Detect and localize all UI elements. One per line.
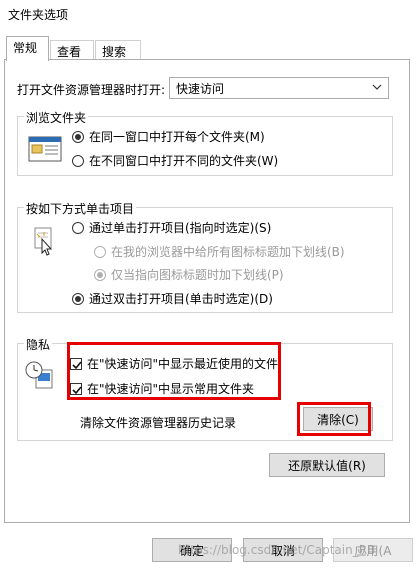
radio-underline-all[interactable]: [94, 245, 106, 258]
restore-defaults-label: 还原默认值(R): [288, 458, 366, 473]
privacy-group: 隐私 在"快速访问"中显示最近使用的文件 在"快速访问"中显示常用文件夹 清除文…: [17, 336, 393, 441]
tab-view-label: 查看: [57, 45, 82, 59]
click-items-group: 按如下方式单击项目 通过单击打开项目(指向时选定)(S) 在我的浏览器中给所有图…: [17, 200, 393, 313]
show-recent-files-label: 在"快速访问"中显示最近使用的文件: [87, 357, 279, 371]
underline-hover-option[interactable]: 仅当指向图标标题时加下划线(P): [94, 266, 284, 283]
underline-all-option[interactable]: 在我的浏览器中给所有图标标题加下划线(B): [94, 243, 345, 260]
radio-same-window[interactable]: [72, 130, 84, 143]
clock-document-icon: [25, 361, 53, 389]
underline-hover-label: 仅当指向图标标题时加下划线(P): [111, 268, 284, 282]
tab-view[interactable]: 查看: [50, 40, 94, 60]
tab-general[interactable]: 常规: [6, 36, 49, 61]
chevron-down-icon: [372, 84, 382, 90]
privacy-title: 隐私: [24, 336, 53, 353]
show-frequent-folders-option[interactable]: 在"快速访问"中显示常用文件夹: [70, 380, 254, 397]
open-explorer-combo[interactable]: 快速访问: [169, 77, 389, 99]
restore-defaults-button[interactable]: 还原默认值(R): [269, 453, 385, 477]
pointer-click-icon: [34, 227, 53, 256]
show-frequent-folders-label: 在"快速访问"中显示常用文件夹: [87, 382, 255, 396]
tab-search[interactable]: 搜索: [95, 40, 141, 60]
folder-window-icon: [28, 136, 62, 162]
double-click-label: 通过双击打开项目(单击时选定)(D): [89, 292, 273, 306]
radio-double-click[interactable]: [72, 292, 84, 305]
browse-same-window-option[interactable]: 在同一窗口中打开每个文件夹(M): [72, 128, 265, 145]
window-title: 文件夹选项: [8, 8, 69, 22]
clear-history-button-label: 清除(C): [317, 412, 359, 427]
radio-underline-hover[interactable]: [94, 268, 106, 281]
tab-search-label: 搜索: [102, 45, 127, 59]
open-explorer-value: 快速访问: [176, 82, 225, 96]
clear-history-button[interactable]: 清除(C): [303, 407, 373, 431]
single-click-option[interactable]: 通过单击打开项目(指向时选定)(S): [72, 219, 271, 236]
checkbox-recent-files[interactable]: [70, 357, 82, 370]
checkmark-icon: [72, 360, 82, 369]
checkmark-icon: [72, 385, 82, 394]
double-click-option[interactable]: 通过双击打开项目(单击时选定)(D): [72, 290, 273, 307]
tab-general-label: 常规: [13, 41, 38, 55]
single-click-label: 通过单击打开项目(指向时选定)(S): [89, 221, 272, 235]
watermark-text: https://blog.csdn.net/Captain_RB: [178, 543, 376, 557]
browse-folders-group: 浏览文件夹 在同一窗口中打开每个文件夹(M) 在不同窗口中打开不同的文件夹(W): [17, 109, 393, 176]
tab-strip: 常规 查看 搜索: [0, 36, 420, 61]
browse-new-window-option[interactable]: 在不同窗口中打开不同的文件夹(W): [72, 152, 278, 169]
general-panel: 打开文件资源管理器时打开: 快速访问 浏览文件夹 在同一窗口中打开每个文件夹(M…: [4, 59, 410, 523]
click-items-title: 按如下方式单击项目: [24, 200, 137, 217]
radio-new-window[interactable]: [72, 154, 84, 167]
underline-all-label: 在我的浏览器中给所有图标标题加下划线(B): [111, 245, 345, 259]
show-recent-files-option[interactable]: 在"快速访问"中显示最近使用的文件: [70, 355, 278, 372]
open-explorer-label: 打开文件资源管理器时打开:: [17, 83, 166, 97]
clear-history-label: 清除文件资源管理器历史记录: [80, 416, 237, 430]
checkbox-frequent-folders[interactable]: [70, 382, 82, 395]
title-bar: 文件夹选项: [0, 0, 420, 28]
radio-single-click[interactable]: [72, 221, 84, 234]
browse-same-window-label: 在同一窗口中打开每个文件夹(M): [89, 130, 265, 144]
browse-folders-title: 浏览文件夹: [24, 109, 89, 126]
browse-new-window-label: 在不同窗口中打开不同的文件夹(W): [89, 154, 279, 168]
